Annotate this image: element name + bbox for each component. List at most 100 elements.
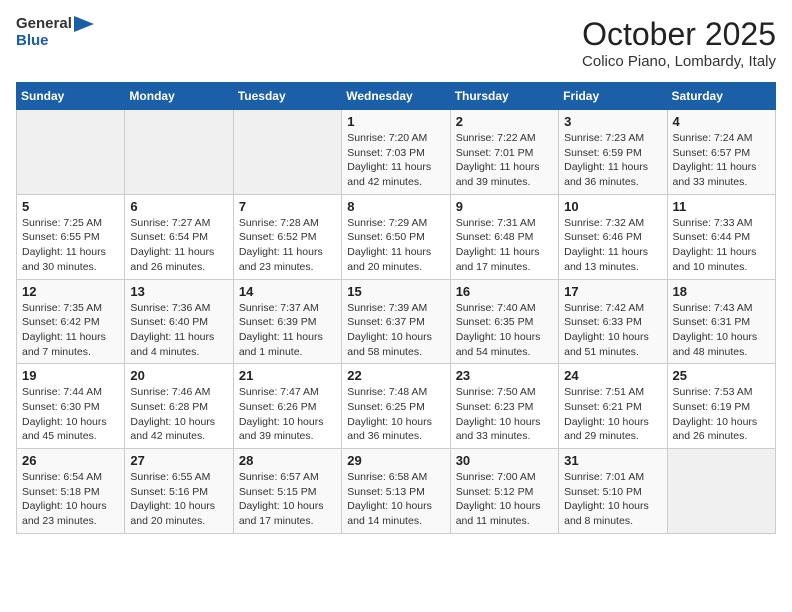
logo-wordmark: General Blue <box>16 16 94 49</box>
subtitle: Colico Piano, Lombardy, Italy <box>582 53 776 70</box>
day-number: 15 <box>347 284 444 299</box>
week-row-4: 19 Sunrise: 7:44 AM Sunset: 6:30 PM Dayli… <box>17 364 776 449</box>
day-number: 26 <box>22 453 119 468</box>
header-cell-tuesday: Tuesday <box>233 83 341 110</box>
day-number: 14 <box>239 284 336 299</box>
day-number: 12 <box>22 284 119 299</box>
calendar-cell: 21Sunrise: 7:47 AM Sunset: 6:26 PM Dayli… <box>233 364 341 449</box>
day-number: 30 <box>456 453 553 468</box>
day-number: 29 <box>347 453 444 468</box>
day-info: Sunrise: 7:20 AM Sunset: 7:03 PM Dayligh… <box>347 131 444 190</box>
week-row-3: 12Sunrise: 7:35 AM Sunset: 6:42 PM Dayli… <box>17 279 776 364</box>
calendar-cell: 26 Sunrise: 6:54 AM Sunset: 5:18 PM Dayli… <box>17 449 125 534</box>
day-number: 1 <box>347 114 444 129</box>
calendar-cell: 7Sunrise: 7:28 AM Sunset: 6:52 PM Daylig… <box>233 194 341 279</box>
logo-general: General <box>16 16 72 33</box>
calendar-cell: 10Sunrise: 7:32 AM Sunset: 6:46 PM Dayli… <box>559 194 667 279</box>
calendar-cell: 9 Sunrise: 7:31 AM Sunset: 6:48 PM Daylig… <box>450 194 558 279</box>
day-info: Sunrise: 7:37 AM Sunset: 6:39 PM Dayligh… <box>239 301 336 360</box>
day-number: 23 <box>456 368 553 383</box>
calendar-cell <box>667 449 775 534</box>
calendar-cell: 18 Sunrise: 7:43 AM Sunset: 6:31 PM Dayli… <box>667 279 775 364</box>
day-info: Sunrise: 7:24 AM Sunset: 6:57 PM Dayligh… <box>673 131 770 190</box>
title-block: October 2025 Colico Piano, Lombardy, Ita… <box>582 16 776 70</box>
day-number: 11 <box>673 199 770 214</box>
day-info: Sunrise: 7:01 AM Sunset: 5:10 PM Dayligh… <box>564 470 661 529</box>
calendar-cell: 25Sunrise: 7:53 AM Sunset: 6:19 PM Dayli… <box>667 364 775 449</box>
day-info: Sunrise: 7:46 AM Sunset: 6:28 PM Dayligh… <box>130 385 227 444</box>
calendar-cell: 22Sunrise: 7:48 AM Sunset: 6:25 PM Dayli… <box>342 364 450 449</box>
day-info: Sunrise: 6:55 AM Sunset: 5:16 PM Dayligh… <box>130 470 227 529</box>
calendar-cell: 5Sunrise: 7:25 AM Sunset: 6:55 PM Daylig… <box>17 194 125 279</box>
day-info: Sunrise: 7:33 AM Sunset: 6:44 PM Dayligh… <box>673 216 770 275</box>
day-number: 3 <box>564 114 661 129</box>
day-number: 19 <box>22 368 119 383</box>
header-cell-wednesday: Wednesday <box>342 83 450 110</box>
day-number: 16 <box>456 284 553 299</box>
day-info: Sunrise: 7:23 AM Sunset: 6:59 PM Dayligh… <box>564 131 661 190</box>
day-info: Sunrise: 7:42 AM Sunset: 6:33 PM Dayligh… <box>564 301 661 360</box>
calendar-cell: 4 Sunrise: 7:24 AM Sunset: 6:57 PM Daylig… <box>667 110 775 195</box>
logo: General Blue <box>16 16 94 49</box>
day-info: Sunrise: 7:27 AM Sunset: 6:54 PM Dayligh… <box>130 216 227 275</box>
day-info: Sunrise: 7:40 AM Sunset: 6:35 PM Dayligh… <box>456 301 553 360</box>
calendar-cell: 1 Sunrise: 7:20 AM Sunset: 7:03 PM Daylig… <box>342 110 450 195</box>
day-info: Sunrise: 7:00 AM Sunset: 5:12 PM Dayligh… <box>456 470 553 529</box>
header-cell-saturday: Saturday <box>667 83 775 110</box>
day-number: 13 <box>130 284 227 299</box>
day-info: Sunrise: 7:43 AM Sunset: 6:31 PM Dayligh… <box>673 301 770 360</box>
day-info: Sunrise: 7:48 AM Sunset: 6:25 PM Dayligh… <box>347 385 444 444</box>
calendar-cell: 16 Sunrise: 7:40 AM Sunset: 6:35 PM Dayli… <box>450 279 558 364</box>
main-title: October 2025 <box>582 16 776 53</box>
day-number: 7 <box>239 199 336 214</box>
calendar-table: SundayMondayTuesdayWednesdayThursdayFrid… <box>16 82 776 534</box>
header-row: SundayMondayTuesdayWednesdayThursdayFrid… <box>17 83 776 110</box>
week-row-5: 26 Sunrise: 6:54 AM Sunset: 5:18 PM Dayli… <box>17 449 776 534</box>
day-info: Sunrise: 6:57 AM Sunset: 5:15 PM Dayligh… <box>239 470 336 529</box>
calendar-cell: 28 Sunrise: 6:57 AM Sunset: 5:15 PM Dayli… <box>233 449 341 534</box>
calendar-cell <box>17 110 125 195</box>
week-row-1: 1 Sunrise: 7:20 AM Sunset: 7:03 PM Daylig… <box>17 110 776 195</box>
calendar-cell: 20 Sunrise: 7:46 AM Sunset: 6:28 PM Dayli… <box>125 364 233 449</box>
day-number: 8 <box>347 199 444 214</box>
day-number: 28 <box>239 453 336 468</box>
calendar-cell: 3 Sunrise: 7:23 AM Sunset: 6:59 PM Daylig… <box>559 110 667 195</box>
day-number: 9 <box>456 199 553 214</box>
calendar-cell: 8 Sunrise: 7:29 AM Sunset: 6:50 PM Daylig… <box>342 194 450 279</box>
day-info: Sunrise: 7:44 AM Sunset: 6:30 PM Dayligh… <box>22 385 119 444</box>
day-number: 4 <box>673 114 770 129</box>
calendar-cell: 27 Sunrise: 6:55 AM Sunset: 5:16 PM Dayli… <box>125 449 233 534</box>
header-cell-monday: Monday <box>125 83 233 110</box>
day-number: 31 <box>564 453 661 468</box>
day-info: Sunrise: 7:25 AM Sunset: 6:55 PM Dayligh… <box>22 216 119 275</box>
calendar-cell: 24Sunrise: 7:51 AM Sunset: 6:21 PM Dayli… <box>559 364 667 449</box>
calendar-cell: 11 Sunrise: 7:33 AM Sunset: 6:44 PM Dayli… <box>667 194 775 279</box>
calendar-cell <box>233 110 341 195</box>
day-number: 18 <box>673 284 770 299</box>
page-header: General Blue October 2025 Colico Piano, … <box>16 16 776 70</box>
day-info: Sunrise: 7:31 AM Sunset: 6:48 PM Dayligh… <box>456 216 553 275</box>
day-number: 17 <box>564 284 661 299</box>
day-info: Sunrise: 7:51 AM Sunset: 6:21 PM Dayligh… <box>564 385 661 444</box>
logo-arrow-icon <box>74 16 94 32</box>
header-cell-thursday: Thursday <box>450 83 558 110</box>
day-info: Sunrise: 7:29 AM Sunset: 6:50 PM Dayligh… <box>347 216 444 275</box>
day-number: 27 <box>130 453 227 468</box>
calendar-cell: 23 Sunrise: 7:50 AM Sunset: 6:23 PM Dayli… <box>450 364 558 449</box>
day-info: Sunrise: 7:50 AM Sunset: 6:23 PM Dayligh… <box>456 385 553 444</box>
day-number: 2 <box>456 114 553 129</box>
day-info: Sunrise: 7:32 AM Sunset: 6:46 PM Dayligh… <box>564 216 661 275</box>
calendar-cell: 6Sunrise: 7:27 AM Sunset: 6:54 PM Daylig… <box>125 194 233 279</box>
header-cell-friday: Friday <box>559 83 667 110</box>
calendar-cell: 2Sunrise: 7:22 AM Sunset: 7:01 PM Daylig… <box>450 110 558 195</box>
calendar-cell: 15Sunrise: 7:39 AM Sunset: 6:37 PM Dayli… <box>342 279 450 364</box>
calendar-cell: 17 Sunrise: 7:42 AM Sunset: 6:33 PM Dayli… <box>559 279 667 364</box>
calendar-cell: 12Sunrise: 7:35 AM Sunset: 6:42 PM Dayli… <box>17 279 125 364</box>
calendar-cell: 31 Sunrise: 7:01 AM Sunset: 5:10 PM Dayli… <box>559 449 667 534</box>
week-row-2: 5Sunrise: 7:25 AM Sunset: 6:55 PM Daylig… <box>17 194 776 279</box>
day-number: 25 <box>673 368 770 383</box>
calendar-cell <box>125 110 233 195</box>
day-number: 20 <box>130 368 227 383</box>
calendar-cell: 14 Sunrise: 7:37 AM Sunset: 6:39 PM Dayli… <box>233 279 341 364</box>
day-info: Sunrise: 6:54 AM Sunset: 5:18 PM Dayligh… <box>22 470 119 529</box>
